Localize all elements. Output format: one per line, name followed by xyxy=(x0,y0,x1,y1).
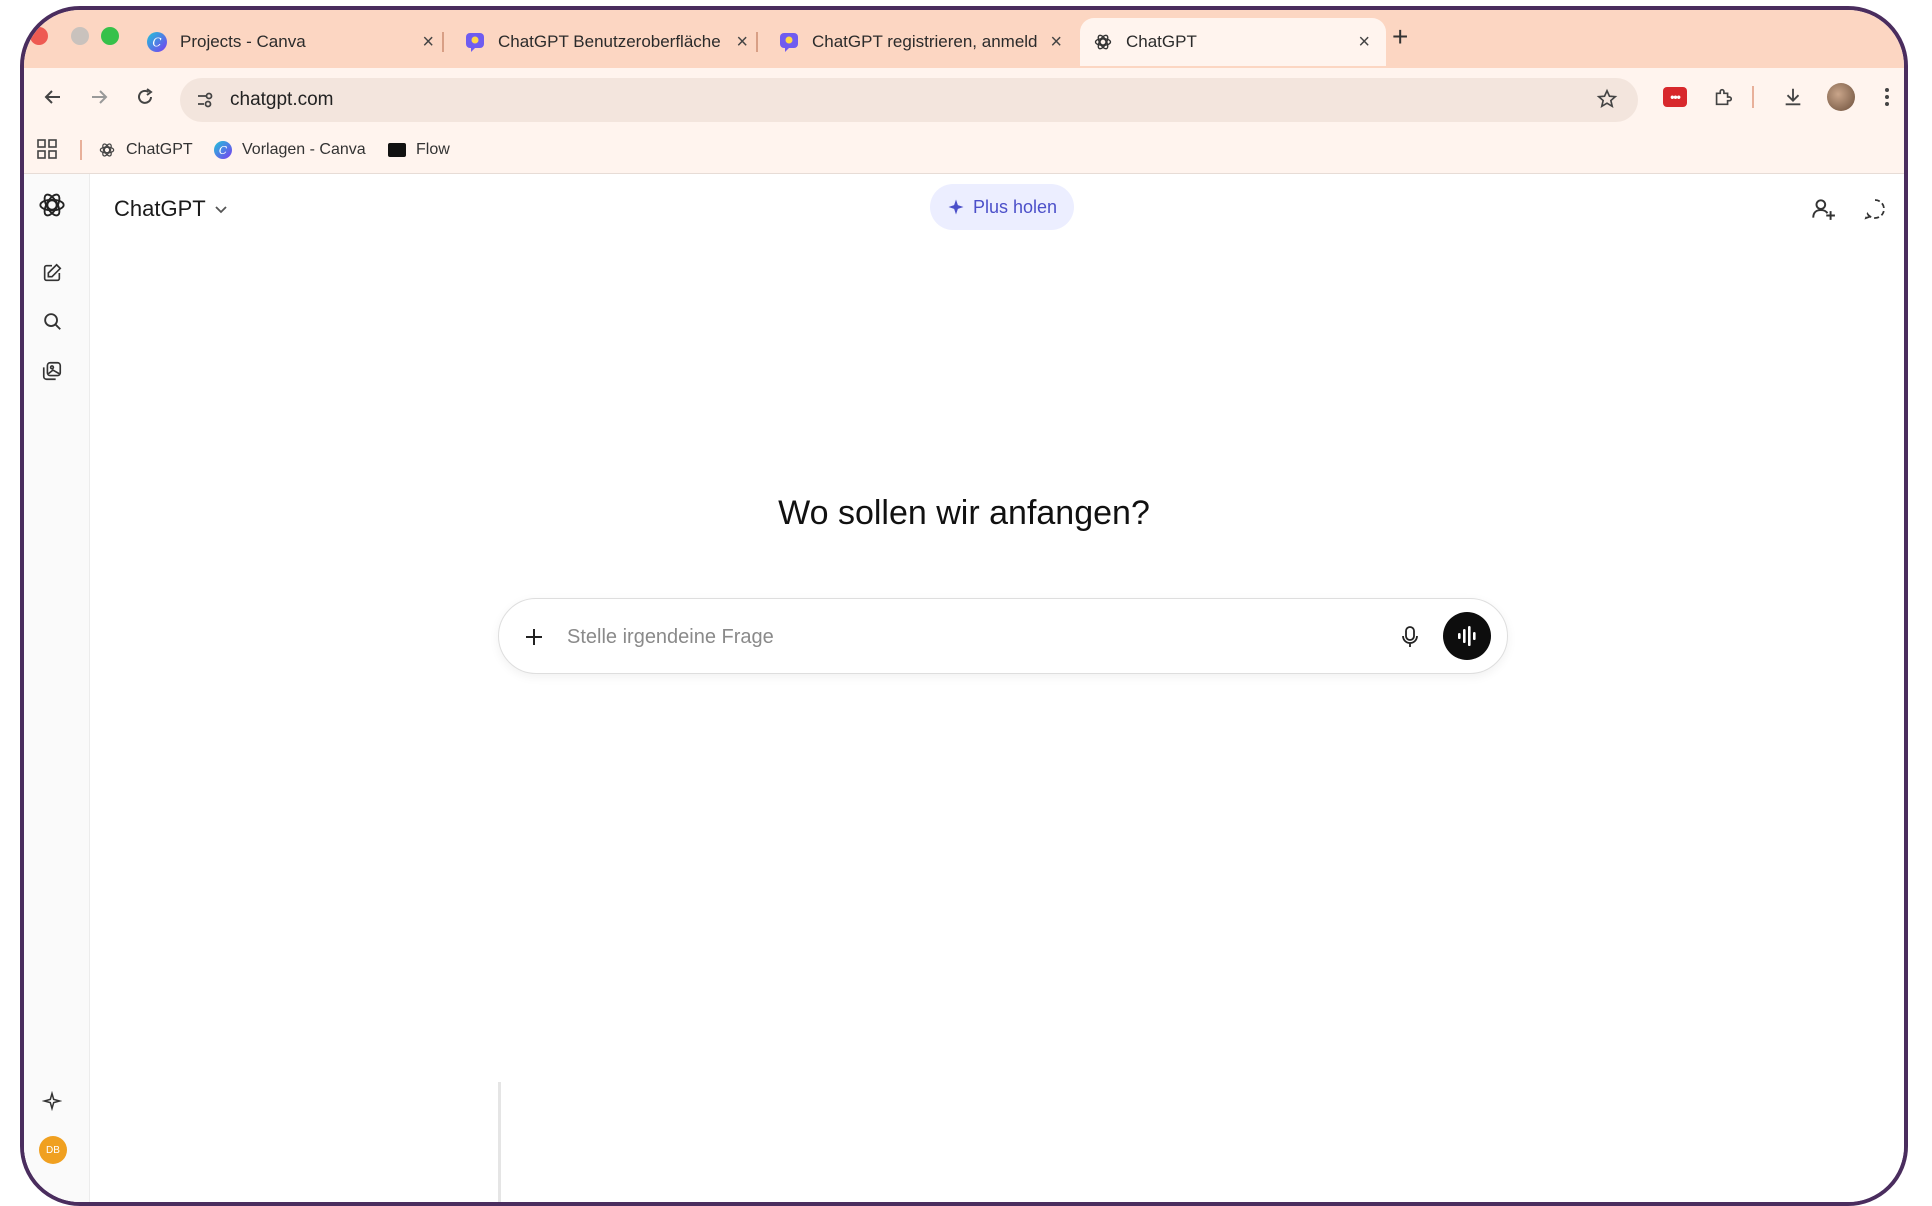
bookmark-vorlagen-canva[interactable]: C Vorlagen - Canva xyxy=(214,138,366,162)
get-plus-button[interactable]: Plus holen xyxy=(930,184,1074,230)
tab-divider xyxy=(442,32,444,52)
password-manager-extension-icon[interactable]: ••• xyxy=(1660,82,1690,112)
tab-title: Projects - Canva xyxy=(180,32,306,51)
profile-avatar[interactable] xyxy=(1826,82,1856,112)
voice-waveform-icon xyxy=(1458,626,1476,646)
chevron-down-icon xyxy=(214,202,228,216)
get-plus-label: Plus holen xyxy=(972,196,1058,217)
site-settings-icon[interactable] xyxy=(192,87,218,113)
window-zoom-control[interactable] xyxy=(101,27,119,45)
svg-text:C: C xyxy=(152,36,161,50)
bookmark-label: ChatGPT xyxy=(126,141,193,158)
bookmark-star-icon[interactable] xyxy=(1596,88,1618,115)
forward-arrow-icon[interactable] xyxy=(84,82,114,112)
gpt-tool-icon xyxy=(464,31,486,53)
flow-icon xyxy=(388,141,406,159)
plus-icon[interactable] xyxy=(519,622,549,652)
sparkle-icon xyxy=(947,198,965,216)
panel-divider xyxy=(498,1082,501,1202)
temporary-chat-icon[interactable] xyxy=(1860,194,1890,224)
search-icon[interactable] xyxy=(37,306,67,336)
bookmark-flow[interactable]: Flow xyxy=(388,138,450,162)
close-icon[interactable]: × xyxy=(736,31,748,54)
window-close-control[interactable] xyxy=(30,27,48,45)
voice-mode-button[interactable] xyxy=(1443,612,1491,660)
openai-icon xyxy=(1092,31,1114,53)
microphone-icon[interactable] xyxy=(1395,622,1425,652)
new-tab-button[interactable]: + xyxy=(1392,22,1408,52)
reload-icon[interactable] xyxy=(130,82,160,112)
close-icon[interactable]: × xyxy=(422,31,434,54)
browser-window: C Projects - Canva × ChatGPT Benutzerobe… xyxy=(20,6,1908,1206)
back-arrow-icon[interactable] xyxy=(38,82,68,112)
address-url: chatgpt.com xyxy=(230,89,334,110)
tab-divider xyxy=(756,32,758,52)
bookmarks-divider xyxy=(80,140,82,160)
download-icon[interactable] xyxy=(1778,82,1808,112)
canva-icon: C xyxy=(214,141,232,159)
user-avatar[interactable]: DB xyxy=(39,1136,67,1164)
openai-logo-icon[interactable] xyxy=(37,190,67,220)
tab-title: ChatGPT xyxy=(1126,32,1197,51)
tab-title: ChatGPT registrieren, anmeld xyxy=(812,32,1038,51)
svg-text:C: C xyxy=(219,144,228,157)
library-images-icon[interactable] xyxy=(37,356,67,386)
close-icon[interactable]: × xyxy=(1358,31,1370,54)
extensions-puzzle-icon[interactable] xyxy=(1708,82,1738,112)
bookmark-label: Vorlagen - Canva xyxy=(242,141,366,158)
browser-toolbar: chatgpt.com ••• xyxy=(24,68,1904,126)
tab-chatgpt-registrieren[interactable]: ChatGPT registrieren, anmeld × xyxy=(766,18,1078,66)
browser-menu-icon[interactable] xyxy=(1872,82,1902,112)
canva-icon: C xyxy=(146,31,168,53)
prompt-input[interactable] xyxy=(567,617,1367,657)
openai-icon xyxy=(98,141,116,159)
apps-grid-icon[interactable] xyxy=(36,138,58,165)
model-selector-label: ChatGPT xyxy=(114,196,206,221)
tab-strip: C Projects - Canva × ChatGPT Benutzerobe… xyxy=(24,10,1904,68)
page-title: Wo sollen wir anfangen? xyxy=(778,494,1150,532)
prompt-composer xyxy=(498,598,1508,674)
address-bar[interactable]: chatgpt.com xyxy=(180,78,1638,122)
model-selector[interactable]: ChatGPT xyxy=(114,196,228,222)
sidebar-rail: DB xyxy=(24,174,90,1202)
add-person-icon[interactable] xyxy=(1808,194,1838,224)
window-minimize-control[interactable] xyxy=(71,27,89,45)
tab-projects-canva[interactable]: C Projects - Canva × xyxy=(134,18,450,66)
new-chat-icon[interactable] xyxy=(37,258,67,288)
tab-title: ChatGPT Benutzeroberfläche xyxy=(498,32,721,51)
close-icon[interactable]: × xyxy=(1050,31,1062,54)
toolbar-divider xyxy=(1752,86,1754,108)
gpt-tool-icon xyxy=(778,31,800,53)
sparkle-icon[interactable] xyxy=(37,1086,67,1116)
bookmark-label: Flow xyxy=(416,141,450,158)
tab-chatgpt-benutzeroberflaeche[interactable]: ChatGPT Benutzeroberfläche × xyxy=(452,18,764,66)
bookmarks-bar: ChatGPT C Vorlagen - Canva Flow xyxy=(24,126,1904,174)
tab-chatgpt[interactable]: ChatGPT × xyxy=(1080,18,1386,66)
chatgpt-app: DB ChatGPT Plus holen Wo sollen wir anfa… xyxy=(24,174,1904,1202)
bookmark-chatgpt[interactable]: ChatGPT xyxy=(98,138,193,162)
